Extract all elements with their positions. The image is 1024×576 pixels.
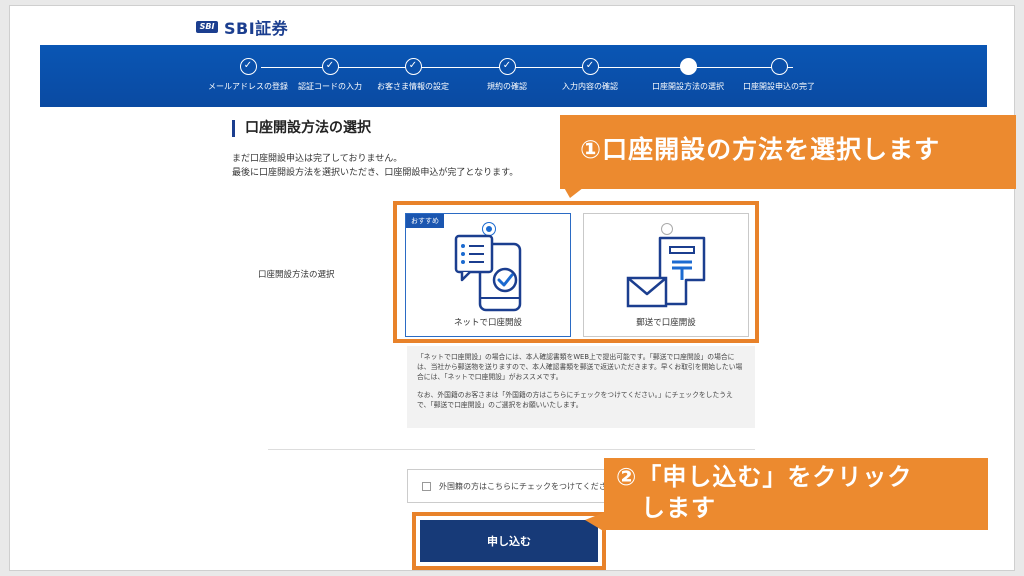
method-notes: 「ネットで口座開設」の場合には、本人確認書類をWEB上で提出可能です。「郵送で口… (407, 346, 755, 428)
logo-mark: SBI (196, 21, 218, 33)
method-label: 口座開設方法の選択 (258, 270, 335, 280)
foreign-checkbox[interactable] (422, 481, 431, 491)
check-icon: ✓ (239, 58, 257, 75)
foreign-nationality-option[interactable]: 外国籍の方はこちらにチェックをつけてください。 (407, 469, 617, 503)
page-title: 口座開設方法の選択 (232, 120, 371, 137)
apply-button[interactable]: 申し込む (420, 520, 598, 562)
check-icon: ✓ (404, 58, 422, 75)
option-net-label: ネットで口座開設 (453, 318, 522, 328)
step-label: 入力内容の確認 (562, 82, 618, 91)
option-net-account[interactable]: おすすめ ネットで口座開設 (405, 213, 571, 337)
callout-select-method: ①口座開設の方法を選択します (560, 115, 1016, 189)
step-7: 口座開設申込の完了 (724, 58, 834, 92)
option-post-account[interactable]: 郵送で口座開設 (583, 213, 749, 337)
check-icon: ✓ (321, 58, 339, 75)
notes-paragraph-2: なお、外国籍のお客さまは「外国籍の方はこちらにチェックをつけてください。」にチェ… (417, 391, 733, 409)
progress-steps: ✓ メールアドレスの登録 ✓ 認証コードの入力 ✓ お客さま情報の設定 ✓ 規約… (40, 45, 987, 107)
current-step-dot (679, 58, 697, 75)
future-step-dot (770, 58, 788, 75)
check-icon: ✓ (581, 58, 599, 75)
section-divider (268, 449, 755, 450)
callout-2-line-1: ②「申し込む」をクリック (616, 463, 913, 491)
method-options-highlight: おすすめ ネットで口座開設 郵送で口座開設 (393, 201, 759, 343)
check-icon: ✓ (498, 58, 516, 75)
mail-post-icon (626, 236, 706, 308)
intro-line-1: まだ口座開設申込は完了しておりません。 (232, 154, 403, 164)
sbi-logo[interactable]: SBI SBI証券 (196, 15, 288, 39)
callout-2-pointer (585, 512, 605, 532)
recommended-badge: おすすめ (406, 214, 444, 228)
smartphone-check-icon (454, 234, 522, 312)
option-post-label: 郵送で口座開設 (636, 318, 696, 328)
logo-text: SBI証券 (224, 19, 289, 38)
step-5: ✓ 入力内容の確認 (535, 58, 645, 92)
submit-highlight: 申し込む (412, 512, 606, 570)
step-label: 口座開設申込の完了 (743, 82, 815, 91)
foreign-checkbox-label: 外国籍の方はこちらにチェックをつけてください。 (439, 481, 617, 491)
callout-click-apply: ②「申し込む」をクリック します (604, 458, 988, 530)
callout-2-line-2: します (616, 494, 716, 522)
intro-text: まだ口座開設申込は完了しておりません。 最後に口座開設方法を選択いただき、口座開… (232, 152, 518, 180)
callout-1-pointer (562, 184, 588, 198)
intro-line-2: 最後に口座開設方法を選択いただき、口座開設申込が完了となります。 (232, 168, 519, 178)
notes-paragraph-1: 「ネットで口座開設」の場合には、本人確認書類をWEB上で提出可能です。「郵送で口… (417, 353, 743, 381)
